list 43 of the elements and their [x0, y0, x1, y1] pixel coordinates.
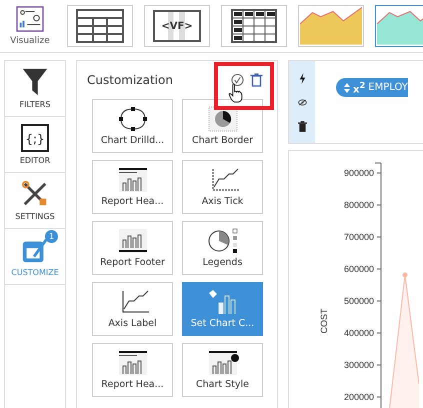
tick-label: 500000 [344, 296, 374, 306]
notification-badge: 1 [45, 230, 58, 243]
customization-tile[interactable]: Axis Label [92, 282, 173, 336]
funnel-icon [21, 68, 49, 96]
lightning-icon[interactable] [298, 72, 306, 84]
grid-table-icon [230, 9, 278, 43]
sidebar-item[interactable]: {;} EDITOR [5, 117, 65, 173]
tick-label: 800000 [344, 200, 374, 210]
trash-icon[interactable] [250, 73, 263, 87]
customization-tile[interactable]: Report Footer [92, 221, 173, 275]
panel-title: Customization [87, 73, 173, 87]
tick-label: 400000 [344, 328, 374, 338]
tick-label: 900000 [344, 168, 374, 178]
tick-label: 300000 [344, 360, 374, 370]
code-braces-icon: {;} [21, 124, 49, 152]
customization-tile[interactable]: Report Hea... [92, 160, 173, 214]
chart-type-thumbnail[interactable]: <VF> [144, 5, 210, 47]
tools-icon [21, 180, 49, 208]
customization-tile[interactable]: Legends [182, 221, 263, 275]
vf-thumbnail: <VF> [153, 10, 201, 42]
eye-slash-icon[interactable] [298, 96, 306, 108]
sidebar-item[interactable]: FILTERS [5, 61, 65, 117]
customization-tile[interactable]: Axis Tick [182, 160, 263, 214]
visualize-button[interactable]: Visualize [4, 6, 56, 46]
sidebar-item[interactable]: SETTINGS [5, 173, 65, 229]
sort-icon [344, 82, 350, 92]
axis-title: COST [319, 308, 329, 334]
highlight-frame [214, 62, 274, 110]
table-icon [76, 9, 124, 43]
check-icon[interactable] [231, 73, 244, 87]
dashboard-icon [16, 6, 44, 32]
customization-tile[interactable]: Chart Drilld... [92, 99, 173, 153]
tick-label: 600000 [344, 264, 374, 274]
customization-tile[interactable]: Report Hea... [92, 343, 173, 397]
customization-tile[interactable]: Chart Border [182, 99, 263, 153]
customization-tile[interactable]: Chart Style [182, 343, 263, 397]
customize-icon [21, 236, 49, 264]
chart-type-thumbnail[interactable] [221, 5, 287, 47]
tick-label: 200000 [344, 392, 374, 402]
hand-cursor-icon [228, 83, 243, 103]
chart-type-thumbnail[interactable] [67, 5, 133, 47]
tick-label: 700000 [344, 232, 374, 242]
trash-icon[interactable] [298, 120, 306, 132]
